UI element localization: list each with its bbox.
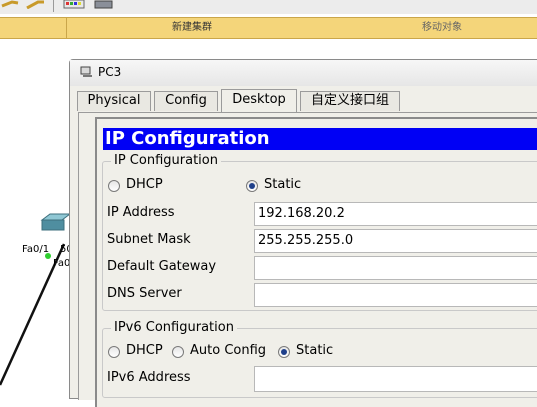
toolbar-separator <box>53 0 54 12</box>
switch-icon <box>40 213 70 231</box>
tab-desktop[interactable]: Desktop <box>221 89 297 112</box>
topology-workspace[interactable]: Fa0/1 50 Fa0 <box>0 40 73 390</box>
new-cluster-button[interactable]: 新建集群 <box>67 18 317 38</box>
ipv6-auto-config-radio[interactable] <box>172 346 184 358</box>
tab-config[interactable]: Config <box>154 91 218 111</box>
move-object-button[interactable]: 移动对象 <box>317 18 537 38</box>
port-label-fa0-1: Fa0/1 <box>22 244 50 255</box>
ipv4-dhcp-radio[interactable] <box>108 180 120 192</box>
ipv6-dhcp-radio[interactable] <box>108 346 120 358</box>
cluster-bar: 新建集群 移动对象 <box>0 17 537 39</box>
dns-server-field[interactable] <box>254 283 537 307</box>
default-gateway-label: Default Gateway <box>107 259 217 274</box>
ipv4-dhcp-label[interactable]: DHCP <box>126 177 163 192</box>
ip-address-field[interactable]: 192.168.20.2 <box>254 202 537 226</box>
ipv4-group-title: IP Configuration <box>111 153 221 168</box>
key-icon[interactable] <box>0 0 22 9</box>
ipv6-dhcp-label[interactable]: DHCP <box>126 343 163 358</box>
window-title-bar[interactable]: PC3 <box>70 60 537 86</box>
ip-config-header: IP Configuration <box>103 128 537 150</box>
ipv6-auto-config-label[interactable]: Auto Config <box>190 343 266 358</box>
ipv4-static-label[interactable]: Static <box>264 177 301 192</box>
tab-custom-interface[interactable]: 自定义接口组 <box>300 91 400 111</box>
dns-server-label: DNS Server <box>107 286 182 301</box>
default-gateway-field[interactable] <box>254 256 537 280</box>
top-toolbar <box>0 0 537 14</box>
ip-address-label: IP Address <box>107 205 175 220</box>
ipv6-static-label[interactable]: Static <box>296 343 333 358</box>
ipv6-static-radio[interactable] <box>278 346 290 358</box>
ipv6-group-title: IPv6 Configuration <box>111 320 237 335</box>
subnet-mask-label: Subnet Mask <box>107 232 191 247</box>
palette-icon[interactable] <box>63 0 85 9</box>
ipv6-address-field[interactable] <box>254 366 537 392</box>
port-label-fa0: Fa0 <box>53 258 71 269</box>
topology-canvas <box>0 213 70 386</box>
tab-physical[interactable]: Physical <box>77 91 151 111</box>
ipv6-address-label: IPv6 Address <box>107 370 191 385</box>
ipv4-static-radio[interactable] <box>246 180 258 192</box>
wrench-icon[interactable] <box>24 0 46 9</box>
subnet-mask-field[interactable]: 255.255.255.0 <box>254 229 537 253</box>
device-icon[interactable] <box>93 0 115 9</box>
pc-icon <box>80 66 92 77</box>
window-title: PC3 <box>98 65 122 79</box>
